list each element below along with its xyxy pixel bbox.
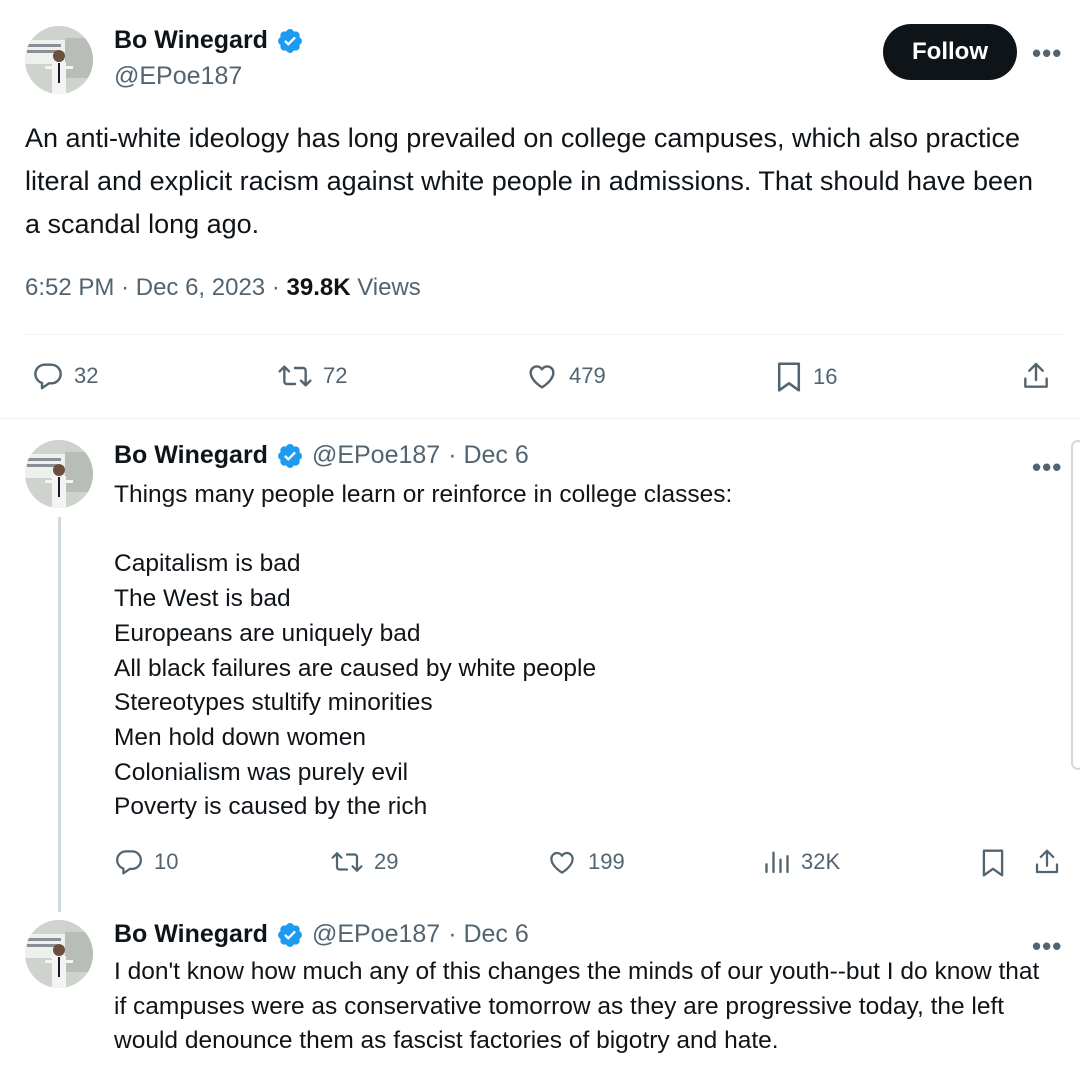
like-button[interactable]: 479: [525, 360, 606, 392]
reply-button[interactable]: 32: [32, 360, 98, 392]
repost-count: 29: [374, 849, 399, 874]
tweet-date[interactable]: · Dec 6: [448, 920, 529, 949]
thread-line: [58, 517, 61, 912]
repost-button[interactable]: 72: [277, 360, 347, 392]
author-handle[interactable]: @EPoe187: [114, 62, 242, 91]
like-button[interactable]: 199: [546, 847, 625, 877]
repost-icon: [278, 365, 312, 387]
tweet-metadata: 6:52 PM · Dec 6, 2023 · 39.8K Views: [25, 274, 421, 302]
author-name[interactable]: Bo Winegard: [114, 26, 268, 55]
bookmark-count: 16: [813, 364, 838, 389]
reply-icon: [116, 850, 142, 875]
bookmark-button[interactable]: 16: [775, 360, 837, 394]
views-icon: [765, 851, 789, 874]
bookmark-icon: [777, 362, 801, 392]
separator: ·: [121, 274, 130, 301]
verified-badge-icon: [277, 922, 302, 947]
author-name[interactable]: Bo Winegard: [114, 920, 268, 949]
like-icon: [550, 851, 574, 874]
avatar-photo: [25, 920, 93, 988]
reply-button[interactable]: 10: [114, 847, 178, 877]
like-count: 479: [569, 363, 606, 388]
verified-badge-icon: [277, 28, 302, 53]
like-icon: [529, 365, 555, 389]
tweet-time[interactable]: 6:52 PM: [25, 274, 114, 301]
avatar-photo: [25, 440, 93, 508]
bookmark-button[interactable]: [980, 847, 1006, 879]
avatar-photo: [25, 26, 93, 94]
divider: [0, 418, 1080, 419]
tweet-text: Things many people learn or reinforce in…: [114, 481, 733, 821]
author-handle[interactable]: @EPoe187: [312, 920, 440, 949]
avatar[interactable]: [25, 440, 93, 508]
reply-count: 10: [154, 849, 179, 874]
tweet-text: I don't know how much any of this change…: [114, 958, 1040, 1055]
repost-button[interactable]: 29: [330, 847, 398, 877]
scrollbar[interactable]: [1071, 440, 1080, 770]
more-options-icon[interactable]: •••: [1032, 933, 1062, 959]
more-options-icon[interactable]: •••: [1032, 454, 1062, 480]
avatar[interactable]: [25, 920, 93, 988]
repost-icon: [331, 852, 363, 872]
share-icon: [1035, 849, 1059, 874]
tweet-date[interactable]: · Dec 6: [448, 441, 529, 470]
tweet-date[interactable]: Dec 6, 2023: [136, 274, 265, 301]
views-button[interactable]: 32K: [763, 847, 840, 877]
avatar[interactable]: [25, 26, 93, 94]
reply-count: 32: [74, 363, 99, 388]
more-options-icon[interactable]: •••: [1032, 40, 1062, 66]
author-handle[interactable]: @EPoe187: [312, 441, 440, 470]
verified-badge-icon: [277, 443, 302, 468]
bookmark-icon: [982, 849, 1004, 877]
like-count: 199: [588, 849, 625, 874]
share-icon: [1024, 362, 1048, 388]
views-label: Views: [357, 274, 421, 301]
tweet-text: An anti-white ideology has long prevaile…: [25, 123, 1034, 239]
divider: [25, 334, 1063, 335]
share-button[interactable]: [1020, 360, 1052, 392]
views-count: 32K: [801, 849, 841, 874]
author-name[interactable]: Bo Winegard: [114, 441, 268, 470]
views-count: 39.8K: [286, 274, 351, 301]
reply-icon: [34, 363, 62, 390]
separator: ·: [271, 274, 280, 301]
share-button[interactable]: [1032, 847, 1062, 877]
follow-button[interactable]: Follow: [883, 24, 1017, 80]
repost-count: 72: [323, 363, 348, 388]
